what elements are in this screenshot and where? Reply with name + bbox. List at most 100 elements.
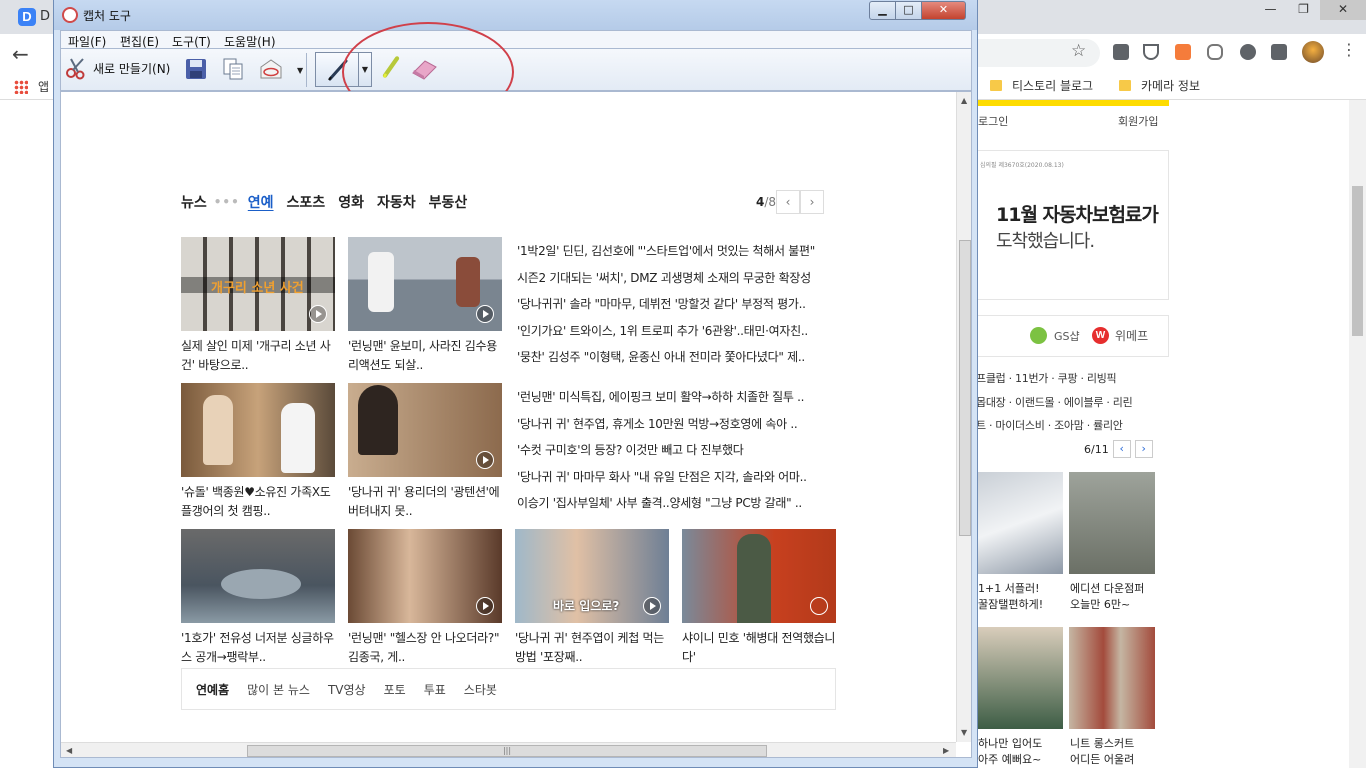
shop-links-line[interactable]: 트 · 마이더스비 · 조아맘 · 률리안 — [976, 417, 1123, 433]
puzzle-icon[interactable] — [1271, 44, 1287, 60]
headline-link[interactable]: '뭉찬' 김성주 "이형택, 윤종신 아내 전미라 쫓아다녔다" 제.. — [517, 344, 837, 371]
maximize-button[interactable]: □ — [895, 1, 922, 20]
product-caption[interactable]: 하나만 입어도 아주 예뻐요~ — [978, 736, 1066, 768]
menu-file[interactable]: 파일(F) — [68, 33, 106, 50]
share-icon[interactable] — [1240, 44, 1256, 60]
news-thumb[interactable]: '런닝맨' "헬스장 안 나오더라?" 김종국, 게.. — [348, 529, 502, 667]
news-thumb[interactable]: '1호가' 전유성 너저분 싱글하우스 공개→팽락부.. — [181, 529, 335, 667]
news-caption[interactable]: 샤이니 민호 '해병대 전역했습니다' — [682, 629, 836, 667]
next-arrow-icon[interactable]: › — [1134, 440, 1153, 458]
news-caption[interactable]: '런닝맨' "헬스장 안 나오더라?" 김종국, 게.. — [348, 629, 502, 667]
news-thumb[interactable]: '슈돌' 백종원♥소유진 가족X도플갱어의 첫 캠핑.. — [181, 383, 335, 521]
wemef-link[interactable]: W 위메프 — [1092, 327, 1148, 344]
news-caption[interactable]: '1호가' 전유성 너저분 싱글하우스 공개→팽락부.. — [181, 629, 335, 667]
news-thumb[interactable]: 샤이니 민호 '해병대 전역했습니다' — [682, 529, 836, 667]
product-image[interactable] — [976, 472, 1063, 574]
tab-movie[interactable]: 영화 — [338, 192, 364, 212]
news-thumb-image[interactable]: 개구리 소년 사건 — [181, 237, 335, 331]
close-icon[interactable]: ✕ — [1320, 0, 1366, 20]
news-caption[interactable]: '당나귀 귀' 용리더의 '광텐션'에 버텨내지 못.. — [348, 483, 502, 521]
news-caption[interactable]: '런닝맨' 윤보미, 사라진 김수용 리액션도 되살.. — [348, 337, 502, 375]
ad-title[interactable]: 11월 자동차보험료가 — [996, 200, 1159, 227]
page-scrollbar[interactable] — [1349, 100, 1366, 768]
news-caption[interactable]: 실제 살인 미제 '개구리 소년 사건' 바탕으로.. — [181, 337, 335, 375]
shop-links-line[interactable]: 프클럽 · 11번가 · 쿠팡 · 리빙픽 — [976, 370, 1117, 386]
footer-link[interactable]: TV영상 — [328, 681, 366, 698]
tab-news[interactable]: 뉴스 — [181, 192, 207, 212]
footer-link[interactable]: 투표 — [424, 681, 446, 698]
tab-sports[interactable]: 스포츠 — [287, 192, 326, 212]
product-image[interactable] — [1069, 627, 1155, 729]
apps-label[interactable]: 앱 — [38, 78, 49, 95]
bookmark-camera[interactable]: 카메라 정보 — [1119, 77, 1200, 94]
news-thumb-image[interactable] — [348, 237, 502, 331]
shop-links-line[interactable]: 몹대장 · 이랜드몰 · 에이블루 · 리린 — [976, 394, 1133, 410]
scroll-thumb[interactable] — [1352, 186, 1363, 336]
save-icon[interactable] — [184, 57, 208, 81]
news-thumb[interactable]: 바로 입으로? '당나귀 귀' 현주엽이 케첩 먹는 방법 '포장째.. — [515, 529, 669, 667]
snip-titlebar[interactable]: 캡처 도구 ▁ □ ✕ — [54, 0, 977, 30]
profile-avatar[interactable] — [1302, 41, 1324, 63]
next-page-icon[interactable]: › — [800, 190, 825, 214]
headline-link[interactable]: '1박2일' 딘딘, 김선호에 "'스타트업'에서 멋있는 척해서 불편" — [517, 238, 837, 265]
bookmark-tistory[interactable]: 티스토리 블로그 — [990, 77, 1093, 94]
footer-link[interactable]: 포토 — [384, 681, 406, 698]
news-thumb[interactable]: 개구리 소년 사건 실제 살인 미제 '개구리 소년 사건' 바탕으로.. — [181, 237, 335, 375]
tab-car[interactable]: 자동차 — [377, 192, 416, 212]
news-thumb-image[interactable] — [181, 383, 335, 477]
product-image[interactable] — [976, 627, 1063, 729]
back-arrow-icon[interactable]: ← — [12, 42, 29, 66]
menu-help[interactable]: 도움말(H) — [224, 33, 276, 50]
canvas-horizontal-scrollbar[interactable]: ◀ ||| ▶ — [61, 742, 956, 757]
scroll-up-icon[interactable]: ▲ — [961, 96, 967, 105]
news-caption[interactable]: '슈돌' 백종원♥소유진 가족X도플갱어의 첫 캠핑.. — [181, 483, 335, 521]
headline-link[interactable]: 시즌2 기대되는 '써치', DMZ 괴생명체 소재의 무궁한 확장성 — [517, 265, 837, 292]
minimize-button[interactable]: ▁ — [869, 1, 896, 20]
news-thumb-image[interactable] — [181, 529, 335, 623]
new-snip-button[interactable]: 새로 만들기(N) — [65, 56, 170, 80]
headline-link[interactable]: '인기가요' 트와이스, 1위 트로피 추가 '6관왕'..태민·여자친.. — [517, 318, 837, 345]
menu-edit[interactable]: 편집(E) — [120, 33, 159, 50]
product-caption[interactable]: 니트 롱스커트 어디든 어울려 — [1070, 736, 1160, 768]
headline-link[interactable]: '수컷 구미호'의 등장? 이것만 빼고 다 진부했다 — [517, 437, 837, 464]
product-caption[interactable]: 에디션 다운점퍼 오늘만 6만~ — [1070, 581, 1160, 613]
product-caption[interactable]: 1+1 서플러! 꿀잠탤편하게! — [978, 581, 1066, 613]
gs-shop-link[interactable]: GS샵 — [1030, 327, 1080, 344]
minimize-icon[interactable]: — — [1254, 0, 1287, 20]
headline-link[interactable]: '당나귀 귀' 마마무 화사 "내 유일 단점은 지각, 솔라와 어마.. — [517, 464, 837, 491]
pocket-icon[interactable] — [1143, 44, 1159, 60]
scroll-right-icon[interactable]: ▶ — [943, 746, 949, 755]
maximize-icon[interactable]: ❐ — [1287, 0, 1320, 20]
tab-title[interactable]: D — [40, 9, 50, 24]
apps-grid-icon[interactable] — [14, 80, 28, 94]
news-thumb[interactable]: '런닝맨' 윤보미, 사라진 김수용 리액션도 되살.. — [348, 237, 502, 375]
daum-tab-icon[interactable]: D — [18, 8, 36, 26]
login-link[interactable]: 로그인 — [978, 113, 1008, 129]
canvas-vertical-scrollbar[interactable]: ▲ ▼ — [956, 92, 971, 742]
tab-realestate[interactable]: 부동산 — [429, 192, 468, 212]
headline-link[interactable]: 이승기 '집사부일체' 사부 출격..양세형 "그냥 PC방 갈래" .. — [517, 490, 837, 517]
bookmark-star-icon[interactable]: ☆ — [1071, 41, 1086, 61]
headline-link[interactable]: '당나귀 귀' 현주엽, 휴게소 10만원 먹방→정호영에 속아 .. — [517, 411, 837, 438]
mouse-extension-icon[interactable] — [1207, 44, 1223, 60]
news-caption[interactable]: '당나귀 귀' 현주엽이 케첩 먹는 방법 '포장째.. — [515, 629, 669, 667]
footer-link[interactable]: 많이 본 뉴스 — [247, 681, 310, 698]
snip-canvas[interactable]: 뉴스 ••• 연예 스포츠 영화 자동차 부동산 4 /8 ‹ › 개구리 소년… — [60, 91, 972, 758]
news-thumb-image[interactable] — [348, 529, 502, 623]
headline-link[interactable]: '런닝맨' 미식특집, 에이핑크 보미 활약→하하 치졸한 질투 .. — [517, 384, 837, 411]
tab-entertainment[interactable]: 연예 — [248, 192, 274, 212]
ex-extension-icon[interactable] — [1175, 44, 1191, 60]
send-snip-icon[interactable] — [259, 57, 283, 81]
news-thumb-image[interactable] — [682, 529, 836, 623]
prev-arrow-icon[interactable]: ‹ — [1112, 440, 1131, 458]
extension-icon[interactable] — [1113, 44, 1129, 60]
menu-dots-icon[interactable]: ⋮ — [1341, 40, 1357, 59]
scroll-left-icon[interactable]: ◀ — [66, 746, 72, 755]
headline-link[interactable]: '당나귀귀' 솔라 "마마무, 데뷔전 '망할것 같다' 부정적 평가.. — [517, 291, 837, 318]
news-thumb[interactable]: '당나귀 귀' 용리더의 '광텐션'에 버텨내지 못.. — [348, 383, 502, 521]
ent-home-link[interactable]: 연예홈 — [196, 681, 229, 698]
ad-subtitle[interactable]: 도착했습니다. — [996, 227, 1095, 253]
footer-link[interactable]: 스타봇 — [464, 681, 497, 698]
copy-icon[interactable] — [221, 57, 245, 81]
close-button[interactable]: ✕ — [921, 1, 966, 20]
